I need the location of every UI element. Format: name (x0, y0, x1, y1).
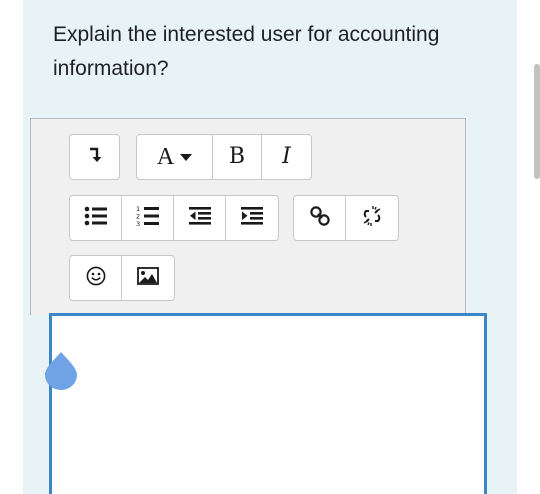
editor-toolbar: A B I 1 2 3 (30, 118, 466, 315)
toolbar-group-lists: 1 2 3 (69, 195, 279, 241)
show-more-buttons-button[interactable] (70, 135, 119, 179)
toolbar-group-format: A B I (136, 134, 312, 180)
italic-button[interactable]: I (262, 135, 311, 179)
bullet-list-icon (84, 206, 108, 231)
unordered-list-button[interactable] (70, 196, 122, 240)
outdent-icon (188, 206, 211, 230)
link-icon (309, 205, 331, 232)
text-cursor-handle[interactable] (44, 352, 78, 390)
indent-icon (241, 206, 263, 230)
unlink-button[interactable] (346, 196, 398, 240)
arrow-down-icon (88, 147, 102, 168)
link-button[interactable] (294, 196, 346, 240)
smiley-icon (86, 266, 106, 291)
toolbar-group-toggle (69, 134, 120, 180)
paragraph-styles-label: A (156, 144, 175, 170)
numbered-list-icon: 1 2 3 (136, 205, 160, 232)
page: Explain the interested user for accounti… (0, 0, 540, 494)
bold-label: B (228, 144, 246, 169)
italic-label: I (282, 144, 291, 169)
caret-down-icon (180, 153, 193, 161)
image-icon (137, 266, 159, 290)
question-text: Explain the interested user for accounti… (53, 23, 440, 80)
paragraph-styles-button[interactable]: A (137, 135, 213, 179)
image-button[interactable] (122, 256, 174, 300)
ordered-list-button[interactable]: 1 2 3 (122, 196, 174, 240)
bold-button[interactable]: B (213, 135, 262, 179)
page-scrollbar[interactable] (534, 64, 540, 179)
answer-editor[interactable] (49, 313, 487, 494)
indent-button[interactable] (226, 196, 278, 240)
toolbar-group-insert (69, 255, 175, 301)
emoticon-button[interactable] (70, 256, 122, 300)
svg-text:3: 3 (136, 220, 140, 227)
outdent-button[interactable] (174, 196, 226, 240)
toolbar-group-links (293, 195, 399, 241)
unlink-icon (360, 204, 384, 233)
